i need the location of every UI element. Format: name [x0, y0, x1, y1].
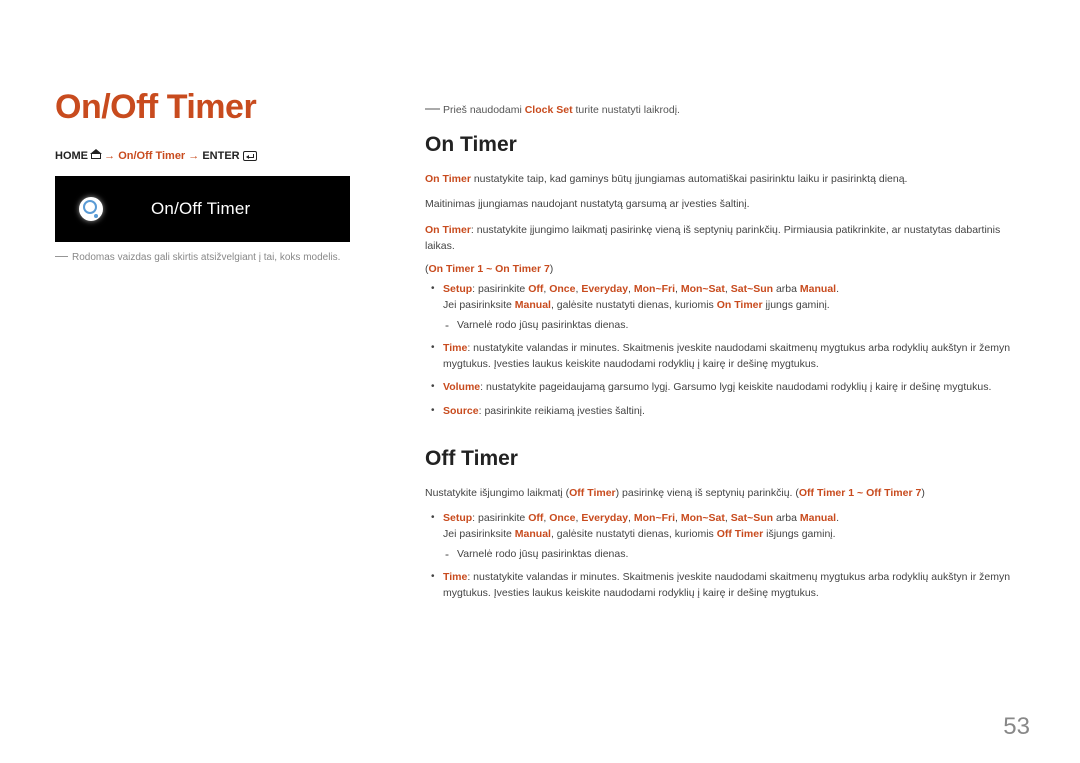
- opt: Off: [528, 512, 543, 524]
- sub-list: Varnelė rodo jūsų pasirinktas dienas.: [457, 317, 1020, 333]
- time-text: : nustatykite valandas ir minutes. Skait…: [443, 342, 1010, 370]
- opt: Mon~Fri: [634, 283, 675, 295]
- note-prefix: Prieš naudodami: [443, 104, 525, 116]
- t: , galėsite nustatyti dienas, kuriomis: [551, 528, 717, 540]
- bullet-volume: Volume: nustatykite pageidaujamą garsumo…: [443, 379, 1020, 395]
- off-timer-heading: Off Timer: [425, 447, 1020, 471]
- t: : pasirinkite: [472, 283, 528, 295]
- model-note: ― Rodomas vaizdas gali skirtis atsižvelg…: [55, 248, 400, 263]
- time-text: : nustatykite valandas ir minutes. Skait…: [443, 571, 1010, 599]
- on-timer-heading: On Timer: [425, 133, 1020, 157]
- t: Manual: [515, 299, 551, 311]
- screenshot-label: On/Off Timer: [151, 199, 250, 219]
- volume-text: : nustatykite pageidaujamą garsumo lygį.…: [480, 381, 991, 393]
- sub-item: Varnelė rodo jūsų pasirinktas dienas.: [457, 546, 1020, 562]
- opt: Mon~Sat: [681, 283, 725, 295]
- t: įjungs gaminį.: [763, 299, 830, 311]
- note-suffix: turite nustatyti laikrodį.: [573, 104, 680, 116]
- on-timer-p1: On Timer nustatykite taip, kad gaminys b…: [425, 171, 1020, 187]
- dash-icon: ―: [55, 248, 68, 263]
- t: On Timer: [717, 299, 763, 311]
- time-label: Time: [443, 571, 467, 583]
- opt: Once: [549, 283, 575, 295]
- sub-item: Varnelė rodo jūsų pasirinktas dienas.: [457, 317, 1020, 333]
- menu-screenshot: On/Off Timer: [55, 176, 350, 242]
- breadcrumb-arrow: →: [185, 150, 202, 162]
- opt: Once: [549, 512, 575, 524]
- source-label: Source: [443, 405, 479, 417]
- t: Jei pasirinksite: [443, 299, 515, 311]
- period: .: [836, 283, 839, 295]
- clock-set-note: ― Prieš naudodami Clock Set turite nusta…: [425, 100, 1020, 117]
- arba: arba: [773, 283, 800, 295]
- t: Nustatykite išjungimo laikmatį (: [425, 487, 569, 499]
- bullet-time: Time: nustatykite valandas ir minutes. S…: [443, 340, 1020, 373]
- off-timer-p1: Nustatykite išjungimo laikmatį (Off Time…: [425, 485, 1020, 501]
- period: .: [836, 512, 839, 524]
- p3-rest: : nustatykite įjungimo laikmatį pasirink…: [425, 224, 1000, 252]
- note-strong: Clock Set: [525, 104, 573, 116]
- on-timer-range: (On Timer 1 ~ On Timer 7): [425, 263, 1020, 275]
- arba: arba: [773, 512, 800, 524]
- breadcrumb-mid: On/Off Timer: [118, 150, 185, 162]
- on-timer-p3: On Timer: nustatykite įjungimo laikmatį …: [425, 222, 1020, 255]
- paren-close: ): [550, 263, 554, 275]
- t: Off Timer: [569, 487, 615, 499]
- bullet-setup: Setup: pasirinkite Off, Once, Everyday, …: [443, 510, 1020, 562]
- bullet-source: Source: pasirinkite reikiamą įvesties ša…: [443, 403, 1020, 419]
- breadcrumb: HOME → On/Off Timer → ENTER: [55, 149, 400, 162]
- opt: Sat~Sun: [731, 512, 773, 524]
- opt: Off: [528, 283, 543, 295]
- home-icon: [91, 150, 101, 159]
- t: Manual: [515, 528, 551, 540]
- range-text: On Timer 1 ~ On Timer 7: [429, 263, 550, 275]
- t: Jei pasirinksite: [443, 528, 515, 540]
- bullet-setup: Setup: pasirinkite Off, Once, Everyday, …: [443, 281, 1020, 333]
- t: išjungs gaminį.: [763, 528, 835, 540]
- breadcrumb-enter: ENTER: [202, 150, 239, 162]
- t: Off Timer 1 ~ Off Timer 7: [799, 487, 921, 499]
- p1-strong: On Timer: [425, 173, 471, 185]
- opt: Everyday: [581, 283, 628, 295]
- enter-icon: [243, 151, 257, 161]
- p3-strong: On Timer: [425, 224, 471, 236]
- sub-list: Varnelė rodo jūsų pasirinktas dienas.: [457, 546, 1020, 562]
- setup-label: Setup: [443, 283, 472, 295]
- breadcrumb-home: HOME: [55, 150, 88, 162]
- p1-rest: nustatykite taip, kad gaminys būtų įjung…: [471, 173, 908, 185]
- opt: Sat~Sun: [731, 283, 773, 295]
- time-label: Time: [443, 342, 467, 354]
- timer-icon: [79, 197, 103, 221]
- t: : pasirinkite: [472, 512, 528, 524]
- opt: Mon~Fri: [634, 512, 675, 524]
- bullet-time: Time: nustatykite valandas ir minutes. S…: [443, 569, 1020, 602]
- model-note-text: Rodomas vaizdas gali skirtis atsižvelgia…: [72, 252, 340, 263]
- page-title: On/Off Timer: [55, 88, 400, 127]
- t: ) pasirinkę vieną iš septynių parinkčių.…: [616, 487, 799, 499]
- page-number: 53: [1003, 713, 1030, 741]
- on-timer-p2: Maitinimas įjungiamas naudojant nustatyt…: [425, 196, 1020, 212]
- opt: Manual: [800, 512, 836, 524]
- opt: Mon~Sat: [681, 512, 725, 524]
- breadcrumb-arrow: →: [104, 150, 118, 162]
- t: ): [921, 487, 925, 499]
- volume-label: Volume: [443, 381, 480, 393]
- off-timer-bullets: Setup: pasirinkite Off, Once, Everyday, …: [443, 510, 1020, 601]
- opt: Manual: [800, 283, 836, 295]
- t: Off Timer: [717, 528, 763, 540]
- dash-icon: ―: [425, 100, 440, 117]
- opt: Everyday: [581, 512, 628, 524]
- source-text: : pasirinkite reikiamą įvesties šaltinį.: [479, 405, 645, 417]
- t: , galėsite nustatyti dienas, kuriomis: [551, 299, 717, 311]
- setup-label: Setup: [443, 512, 472, 524]
- on-timer-bullets: Setup: pasirinkite Off, Once, Everyday, …: [443, 281, 1020, 419]
